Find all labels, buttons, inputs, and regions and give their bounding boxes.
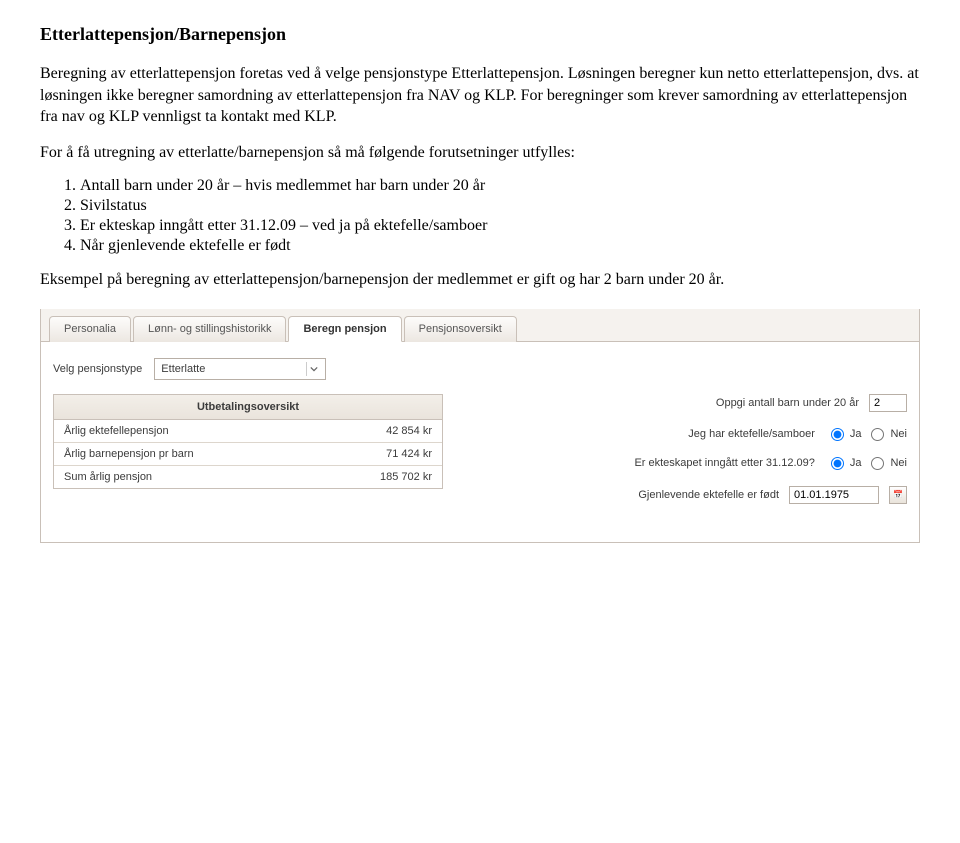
row-value: 42 854 kr <box>386 425 432 437</box>
ekteskap-ja-radio[interactable] <box>831 457 844 470</box>
calendar-icon[interactable]: 📅 <box>889 486 907 504</box>
pensjonstype-value: Etterlatte <box>161 363 205 375</box>
radio-label-nei: Nei <box>890 428 907 440</box>
pensjonstype-select[interactable]: Etterlatte <box>154 358 326 380</box>
tab-personalia[interactable]: Personalia <box>49 316 131 342</box>
tab-bar: Personalia Lønn- og stillingshistorikk B… <box>41 309 919 342</box>
list-item: Er ekteskap inngått etter 31.12.09 – ved… <box>80 217 920 235</box>
fodt-input[interactable] <box>789 486 879 504</box>
row-value: 71 424 kr <box>386 448 432 460</box>
row-label: Årlig barnepensjon pr barn <box>64 448 194 460</box>
intro-paragraph-2: For å få utregning av etterlatte/barnepe… <box>40 142 920 164</box>
table-row: Sum årlig pensjon 185 702 kr <box>54 466 442 488</box>
list-item: Sivilstatus <box>80 197 920 215</box>
ektefelle-nei-radio[interactable] <box>871 428 884 441</box>
chevron-down-icon <box>306 362 321 376</box>
fodt-label: Gjenlevende ektefelle er født <box>638 489 779 501</box>
tab-lonn-historikk[interactable]: Lønn- og stillingshistorikk <box>133 316 287 342</box>
pensjonstype-label: Velg pensjonstype <box>53 363 142 375</box>
row-label: Årlig ektefellepensjon <box>64 425 169 437</box>
ekteskap-nei-radio[interactable] <box>871 457 884 470</box>
prerequisite-list: Antall barn under 20 år – hvis medlemmet… <box>40 177 920 255</box>
tab-pensjonsoversikt[interactable]: Pensjonsoversikt <box>404 316 517 342</box>
antall-barn-label: Oppgi antall barn under 20 år <box>716 397 859 409</box>
table-row: Årlig barnepensjon pr barn 71 424 kr <box>54 443 442 466</box>
list-item: Antall barn under 20 år – hvis medlemmet… <box>80 177 920 195</box>
tab-beregn-pensjon[interactable]: Beregn pensjon <box>288 316 401 342</box>
ektefelle-ja-radio[interactable] <box>831 428 844 441</box>
antall-barn-input[interactable] <box>869 394 907 412</box>
table-row: Årlig ektefellepensjon 42 854 kr <box>54 420 442 443</box>
page-title: Etterlattepensjon/Barnepensjon <box>40 24 920 45</box>
intro-paragraph-1: Beregning av etterlattepensjon foretas v… <box>40 63 920 128</box>
table-header: Utbetalingsoversikt <box>54 395 442 420</box>
utbetalingsoversikt-table: Utbetalingsoversikt Årlig ektefellepensj… <box>53 394 443 489</box>
ektefelle-radio-group: Ja Nei <box>825 428 907 441</box>
ekteskap-radio-group: Ja Nei <box>825 457 907 470</box>
pension-app-screenshot: Personalia Lønn- og stillingshistorikk B… <box>40 309 920 543</box>
list-item: Når gjenlevende ektefelle er født <box>80 237 920 255</box>
example-paragraph: Eksempel på beregning av etterlattepensj… <box>40 269 920 291</box>
radio-label-ja: Ja <box>850 457 862 469</box>
row-label: Sum årlig pensjon <box>64 471 152 483</box>
row-value: 185 702 kr <box>380 471 432 483</box>
radio-label-nei: Nei <box>890 457 907 469</box>
ekteskap-label: Er ekteskapet inngått etter 31.12.09? <box>634 457 814 469</box>
ektefelle-label: Jeg har ektefelle/samboer <box>688 428 815 440</box>
radio-label-ja: Ja <box>850 428 862 440</box>
